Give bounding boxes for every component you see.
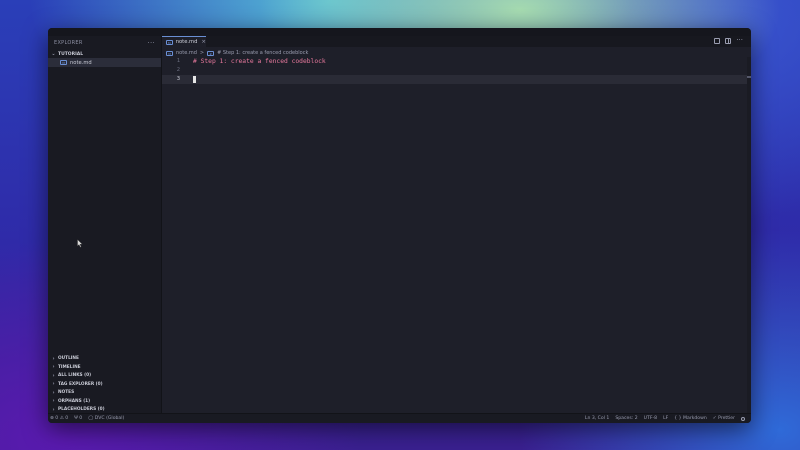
panel-label: NOTES — [58, 390, 75, 396]
explorer-title: EXPLORER — [54, 40, 83, 46]
status-problems[interactable]: ⊗ 0 ⚠ 0 — [50, 416, 68, 421]
status-ports[interactable]: Ψ 0 — [74, 416, 82, 421]
scrollbar-cursor-marker — [747, 76, 751, 78]
mouse-pointer-icon — [77, 239, 83, 248]
sidebar-panels: › OUTLINE › TIMELINE › ALL LINKS (0) › TAG E… — [48, 355, 161, 415]
tab-bar: M note.md × ··· — [162, 36, 751, 47]
panel-label: PLACEHOLDERS (0) — [58, 407, 105, 413]
status-indentation[interactable]: Spaces: 2 — [615, 416, 637, 421]
status-cursor-position[interactable]: Ln 3, Col 1 — [585, 416, 609, 421]
open-preview-icon[interactable] — [714, 38, 721, 44]
split-editor-icon[interactable] — [725, 38, 732, 44]
status-encoding[interactable]: UTF-8 — [644, 416, 657, 421]
panel-orphans[interactable]: › ORPHANS (1) — [48, 397, 161, 406]
chevron-right-icon: › — [52, 389, 55, 396]
chevron-right-icon: › — [52, 364, 55, 371]
vscode-window: EXPLORER ··· ⌄ TUTORIAL M note.md › OUTLI… — [48, 28, 751, 423]
explorer-sidebar: EXPLORER ··· ⌄ TUTORIAL M note.md › OUTLI… — [48, 36, 162, 414]
panel-outline[interactable]: › OUTLINE — [48, 355, 161, 364]
panel-timeline[interactable]: › TIMELINE — [48, 363, 161, 372]
editor-line: 1 # Step 1: create a fenced codeblock — [162, 57, 747, 66]
vertical-scrollbar[interactable] — [747, 57, 751, 414]
editor-line: 2 — [162, 66, 747, 75]
code-editor[interactable]: 1 # Step 1: create a fenced codeblock 2 … — [162, 57, 751, 414]
breadcrumb: M note.md > # # Step 1: create a fenced … — [166, 49, 308, 57]
chevron-down-icon: ⌄ — [51, 51, 56, 57]
status-bar: ⊗ 0 ⚠ 0 Ψ 0 ◯ DVC (Global) Ln 3, Col 1 S… — [48, 413, 751, 423]
panel-all-links[interactable]: › ALL LINKS (0) — [48, 372, 161, 381]
status-language[interactable]: { } Markdown — [674, 416, 707, 421]
breadcrumb-heading[interactable]: # Step 1: create a fenced codeblock — [217, 50, 308, 56]
panel-label: TAG EXPLORER (0) — [58, 381, 103, 387]
status-dvc[interactable]: ◯ DVC (Global) — [88, 416, 124, 421]
tab-label: note.md — [175, 39, 198, 45]
panel-label: ORPHANS (1) — [58, 398, 91, 404]
chevron-right-icon: › — [52, 381, 55, 388]
panel-notes[interactable]: › NOTES — [48, 389, 161, 398]
close-icon[interactable]: × — [201, 39, 206, 45]
chevron-right-icon: › — [52, 355, 55, 362]
folder-tutorial[interactable]: ⌄ TUTORIAL — [48, 50, 161, 58]
editor-line-active: 3 — [162, 75, 747, 84]
chevron-right-icon: › — [52, 372, 55, 379]
folder-label: TUTORIAL — [58, 51, 84, 57]
line-text: # Step 1: create a fenced codeblock — [193, 58, 326, 65]
breadcrumb-separator: > — [199, 50, 205, 56]
panel-tag-explorer[interactable]: › TAG EXPLORER (0) — [48, 380, 161, 389]
panel-label: OUTLINE — [58, 356, 79, 362]
breadcrumb-file[interactable]: note.md — [176, 50, 197, 56]
file-item-note-md[interactable]: M note.md — [48, 58, 161, 67]
markdown-file-icon: M — [166, 39, 173, 45]
markdown-file-icon: M — [60, 60, 67, 65]
editor-actions: ··· — [714, 37, 743, 44]
line-number: 3 — [176, 76, 180, 82]
chevron-right-icon: › — [52, 398, 55, 405]
more-actions-icon[interactable]: ··· — [736, 37, 743, 44]
line-number: 2 — [176, 67, 180, 73]
notifications-icon[interactable] — [741, 416, 745, 421]
panel-label: TIMELINE — [58, 364, 81, 370]
file-label: note.md — [70, 59, 92, 66]
line-number: 1 — [176, 58, 180, 64]
explorer-header: EXPLORER ··· — [48, 36, 161, 50]
explorer-more-icon[interactable]: ··· — [147, 39, 155, 46]
text-cursor — [193, 76, 196, 83]
status-formatter[interactable]: ✓ Prettier — [713, 416, 735, 421]
panel-label: ALL LINKS (0) — [58, 373, 92, 379]
heading-symbol-icon: # — [207, 50, 215, 56]
chevron-right-icon: › — [52, 406, 55, 413]
title-bar — [48, 28, 751, 36]
status-eol[interactable]: LF — [663, 416, 668, 421]
tab-note-md[interactable]: M note.md × — [162, 36, 206, 47]
markdown-file-icon: M — [166, 50, 173, 56]
